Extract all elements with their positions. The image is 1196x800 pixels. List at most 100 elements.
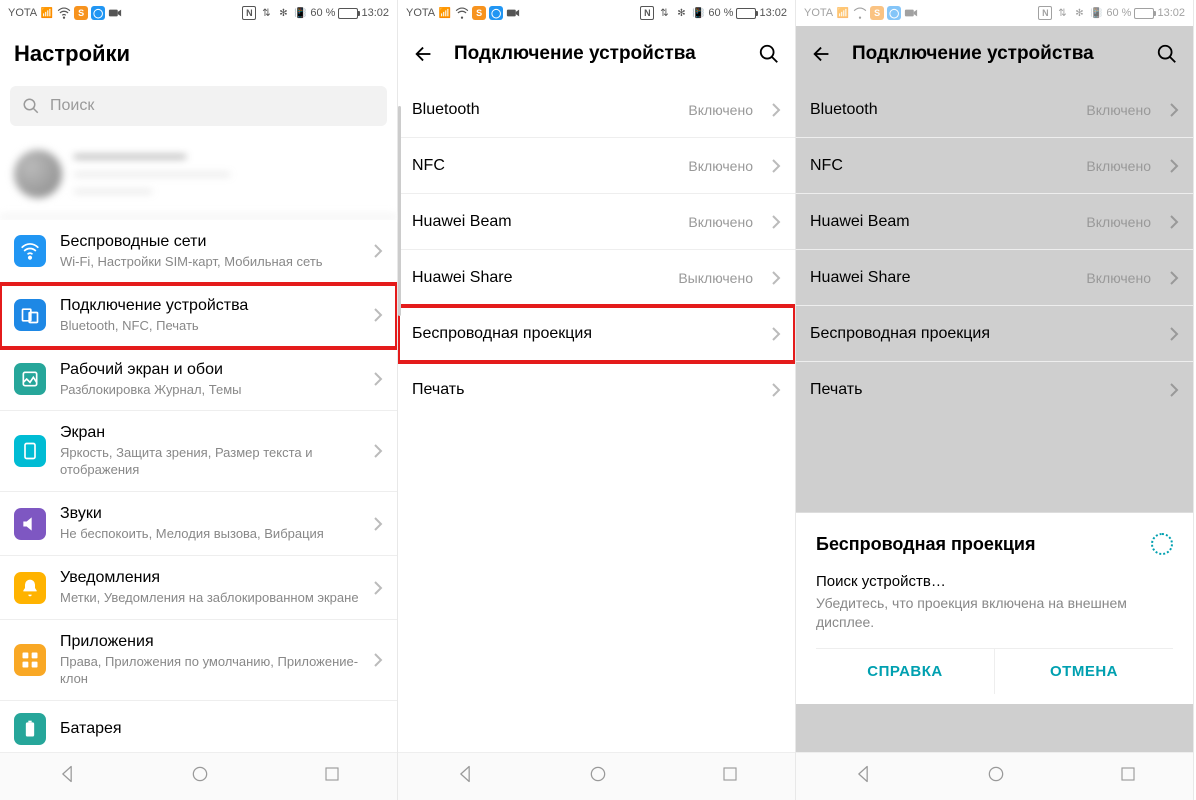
screen-projection-dialog: YOTA 📶 S ◯ N ⇅ ✻ 📳 60 % 13:02 Подключени…	[796, 0, 1194, 800]
battery-icon	[338, 8, 358, 19]
row-status: Включено	[688, 102, 753, 118]
wifi-icon	[57, 6, 71, 20]
bluetooth-icon: ✻	[276, 6, 290, 20]
chevron-right-icon	[373, 443, 383, 459]
help-button[interactable]: СПРАВКА	[816, 649, 995, 694]
connectivity-icon	[14, 299, 46, 331]
row-label: Huawei Beam	[810, 212, 1072, 232]
row-status: Включено	[1086, 102, 1151, 118]
nav-home[interactable]	[588, 764, 608, 789]
chevron-right-icon	[771, 214, 781, 230]
carrier-label: YOTA	[804, 7, 833, 19]
row-label: Печать	[412, 380, 757, 400]
nav-home[interactable]	[190, 764, 210, 789]
row-battery[interactable]: Батарея	[0, 701, 397, 752]
chevron-right-icon	[771, 158, 781, 174]
row-nfc: NFC Включено	[796, 138, 1193, 194]
row-title: Беспроводные сети	[60, 232, 359, 252]
row-notifications[interactable]: Уведомления Метки, Уведомления на заблок…	[0, 556, 397, 620]
profile-section[interactable]: ——————— ——————————————————	[0, 138, 397, 220]
profile-name: ———————	[74, 148, 230, 166]
row-print: Печать	[796, 362, 1193, 418]
nav-home[interactable]	[986, 764, 1006, 789]
navigation-bar	[0, 752, 397, 800]
header: Настройки	[0, 26, 397, 82]
row-subtitle: Не беспокоить, Мелодия вызова, Вибрация	[60, 526, 359, 543]
row-subtitle: Яркость, Защита зрения, Размер текста и …	[60, 445, 359, 479]
row-title: Подключение устройства	[60, 296, 359, 316]
status-app-icon-2: ◯	[887, 6, 901, 20]
nav-back[interactable]	[853, 764, 873, 789]
wallpaper-icon	[14, 363, 46, 395]
row-title: Экран	[60, 423, 359, 443]
nfc-icon: N	[242, 6, 256, 20]
row-wireless-projection: Беспроводная проекция	[796, 306, 1193, 362]
row-title: Приложения	[60, 632, 359, 652]
settings-list: Беспроводные сети Wi-Fi, Настройки SIM-к…	[0, 220, 397, 752]
nav-back[interactable]	[455, 764, 475, 789]
row-status: Включено	[1086, 270, 1151, 286]
search-placeholder: Поиск	[50, 97, 94, 115]
row-huawei-beam[interactable]: Huawei Beam Включено	[398, 194, 795, 250]
row-apps[interactable]: Приложения Права, Приложения по умолчани…	[0, 620, 397, 701]
row-bluetooth[interactable]: Bluetooth Включено	[398, 82, 795, 138]
back-button[interactable]	[412, 42, 436, 66]
spinner-icon	[1151, 533, 1173, 555]
status-app-icon-2: ◯	[489, 6, 503, 20]
chevron-right-icon	[771, 326, 781, 342]
back-button[interactable]	[810, 42, 834, 66]
cancel-button[interactable]: ОТМЕНА	[995, 649, 1173, 694]
screen-settings: YOTA 📶 S ◯ N ⇅ ✻ 📳 60 % 13:02 Настройки …	[0, 0, 398, 800]
chevron-right-icon	[373, 516, 383, 532]
nav-recent[interactable]	[721, 765, 739, 788]
row-subtitle: Разблокировка Журнал, Темы	[60, 382, 359, 399]
row-device-connectivity[interactable]: Подключение устройства Bluetooth, NFC, П…	[0, 284, 397, 348]
row-print[interactable]: Печать	[398, 362, 795, 418]
battery-label: 60 %	[310, 7, 335, 19]
camera-icon	[904, 6, 918, 20]
row-subtitle: Bluetooth, NFC, Печать	[60, 318, 359, 335]
chevron-right-icon	[771, 382, 781, 398]
display-icon	[14, 435, 46, 467]
row-title: Уведомления	[60, 568, 359, 588]
profile-sub: ——————————————————	[74, 166, 230, 200]
chevron-right-icon	[1169, 102, 1179, 118]
row-label: Беспроводная проекция	[810, 324, 1155, 344]
row-status: Выключено	[678, 270, 753, 286]
sheet-title: Беспроводная проекция	[816, 534, 1036, 555]
row-nfc[interactable]: NFC Включено	[398, 138, 795, 194]
avatar	[14, 150, 62, 198]
page-title: Подключение устройства	[852, 43, 1137, 65]
row-sounds[interactable]: Звуки Не беспокоить, Мелодия вызова, Виб…	[0, 492, 397, 556]
row-huawei-share[interactable]: Huawei Share Выключено	[398, 250, 795, 306]
nav-recent[interactable]	[323, 765, 341, 788]
row-wireless-projection[interactable]: Беспроводная проекция	[398, 306, 795, 362]
carrier-label: YOTA	[406, 7, 435, 19]
search-input[interactable]: Поиск	[10, 86, 387, 126]
battery-icon	[736, 8, 756, 19]
nav-recent[interactable]	[1119, 765, 1137, 788]
chevron-right-icon	[373, 243, 383, 259]
row-title: Звуки	[60, 504, 359, 524]
row-display[interactable]: Экран Яркость, Защита зрения, Размер тек…	[0, 411, 397, 492]
nav-back[interactable]	[57, 764, 77, 789]
row-huawei-share: Huawei Share Включено	[796, 250, 1193, 306]
chevron-right-icon	[373, 652, 383, 668]
search-button[interactable]	[757, 42, 781, 66]
row-status: Включено	[688, 214, 753, 230]
status-app-icon-2: ◯	[91, 6, 105, 20]
header: Подключение устройства	[398, 26, 795, 82]
chevron-right-icon	[373, 580, 383, 596]
search-button[interactable]	[1155, 42, 1179, 66]
row-huawei-beam: Huawei Beam Включено	[796, 194, 1193, 250]
page-title: Настройки	[14, 41, 130, 67]
camera-icon	[506, 6, 520, 20]
row-subtitle: Метки, Уведомления на заблокированном эк…	[60, 590, 359, 607]
battery-label: 60 %	[708, 7, 733, 19]
chevron-right-icon	[771, 102, 781, 118]
clock: 13:02	[759, 7, 787, 19]
vibrate-icon: 📳	[1089, 6, 1103, 20]
row-home-wallpaper[interactable]: Рабочий экран и обои Разблокировка Журна…	[0, 348, 397, 412]
row-label: Беспроводная проекция	[412, 324, 757, 344]
row-wireless[interactable]: Беспроводные сети Wi-Fi, Настройки SIM-к…	[0, 220, 397, 284]
